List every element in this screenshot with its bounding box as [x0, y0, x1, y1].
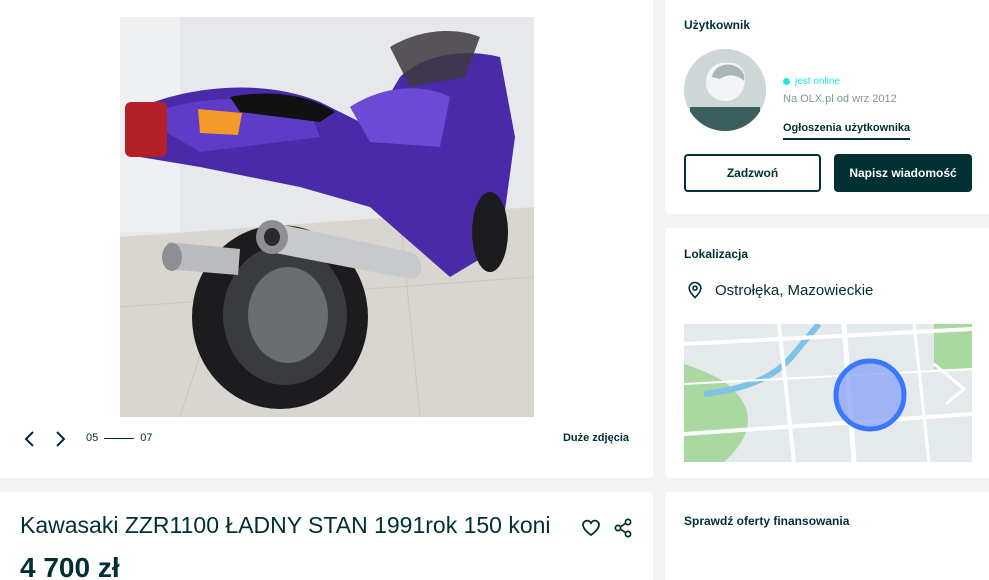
pager-current: 05: [86, 432, 99, 444]
member-since: Na OLX.pl od wrz 2012: [783, 93, 897, 105]
user-avatar-icon: [684, 49, 766, 131]
listing-photo[interactable]: [120, 17, 534, 417]
call-button[interactable]: Zadzwoń: [684, 154, 821, 192]
map-image: [684, 324, 972, 462]
location-pin-icon: [688, 281, 702, 299]
favorite-button[interactable]: [580, 517, 602, 539]
prev-photo-button[interactable]: [20, 429, 40, 449]
pager-total: 07: [140, 432, 153, 444]
next-photo-button[interactable]: [50, 429, 70, 449]
photo-pager: 05 07: [86, 432, 153, 444]
heart-icon: [582, 519, 600, 537]
location-row: Ostrołęka, Mazowieckie: [686, 281, 873, 299]
message-button[interactable]: Napisz wiadomość: [834, 154, 972, 192]
chevron-right-icon: [56, 431, 66, 447]
online-dot-icon: [783, 78, 790, 85]
motorcycle-image: [120, 17, 534, 417]
share-button[interactable]: [612, 517, 634, 539]
user-ads-link[interactable]: Ogłoszenia użytkownika: [783, 122, 911, 140]
location-panel: Lokalizacja Ostrołęka, Mazowieckie: [665, 228, 989, 478]
location-map[interactable]: [684, 324, 972, 462]
chevron-left-icon: [24, 431, 34, 447]
online-status: jest online: [783, 76, 840, 87]
location-text: Ostrołęka, Mazowieckie: [715, 281, 874, 299]
online-status-text: jest online: [795, 76, 841, 87]
finance-section-title: Sprawdź oferty finansowania: [684, 514, 850, 528]
location-section-title: Lokalizacja: [684, 247, 749, 261]
finance-panel: Sprawdź oferty finansowania: [665, 492, 989, 580]
gallery-panel: 05 07 Duże zdjęcia: [0, 0, 653, 478]
listing-title: Kawasaki ZZR1100 ŁADNY STAN 1991rok 150 …: [20, 512, 551, 538]
listing-price: 4 700 zł: [20, 552, 120, 580]
share-icon: [614, 518, 632, 538]
user-panel: Użytkownik jest online Na OLX.pl od wrz …: [665, 0, 989, 214]
listing-panel: Kawasaki ZZR1100 ŁADNY STAN 1991rok 150 …: [0, 492, 653, 580]
user-section-title: Użytkownik: [684, 18, 751, 32]
avatar[interactable]: [684, 49, 766, 131]
pager-divider: [104, 437, 135, 439]
big-photos-link[interactable]: Duże zdjęcia: [563, 432, 629, 444]
